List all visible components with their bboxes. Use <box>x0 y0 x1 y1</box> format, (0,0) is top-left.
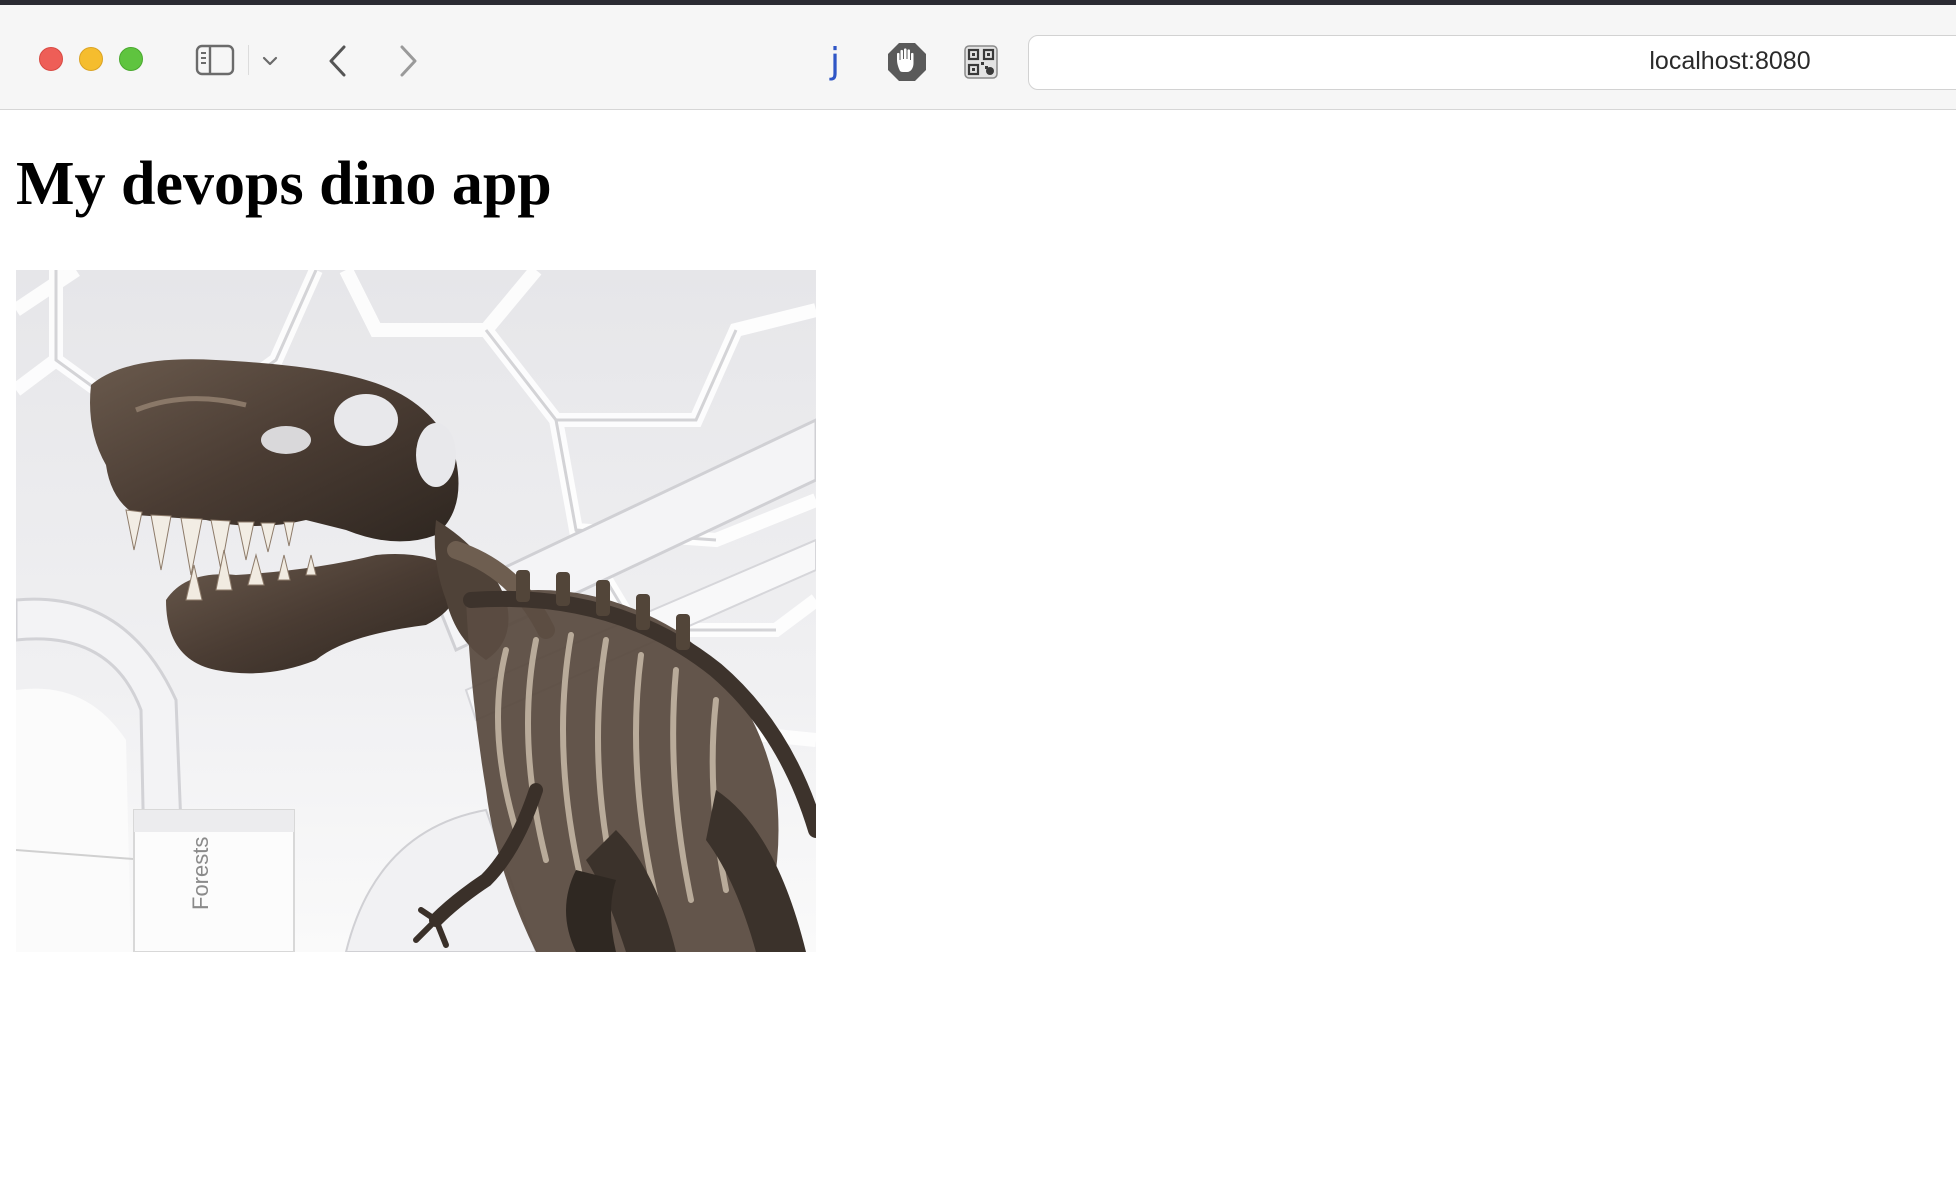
chevron-down-icon <box>262 56 278 66</box>
stop-hand-icon <box>888 43 926 81</box>
sidebar-toggle-button[interactable] <box>194 43 236 77</box>
svg-text:Forests: Forests <box>188 837 213 910</box>
maximize-window-button[interactable] <box>119 47 143 71</box>
close-window-button[interactable] <box>39 47 63 71</box>
back-button[interactable] <box>320 41 356 81</box>
minimize-window-button[interactable] <box>79 47 103 71</box>
page-content: My devops dino app Forests <box>0 111 1956 1192</box>
back-arrow-icon <box>329 45 346 77</box>
address-bar-text-area: localhost:8080 <box>1028 35 1956 90</box>
browser-toolbar: j localhost:8080 <box>0 5 1956 110</box>
toolbar-divider <box>248 45 249 75</box>
address-url[interactable]: localhost:8080 <box>1028 35 1956 90</box>
qr-code-icon <box>964 45 998 79</box>
dino-skeleton-image: Forests <box>16 270 816 952</box>
page-title: My devops dino app <box>16 150 552 218</box>
sidebar-menu-button[interactable] <box>258 49 282 73</box>
extension-qr-button[interactable] <box>962 43 1000 81</box>
sidebar-icon <box>195 44 235 76</box>
t-rex-skeleton-picture: Forests <box>16 270 816 952</box>
extension-stop-button[interactable] <box>886 41 928 83</box>
extension-j-button[interactable]: j <box>820 39 850 83</box>
forward-button[interactable] <box>390 41 426 81</box>
forward-arrow-icon <box>400 45 417 77</box>
